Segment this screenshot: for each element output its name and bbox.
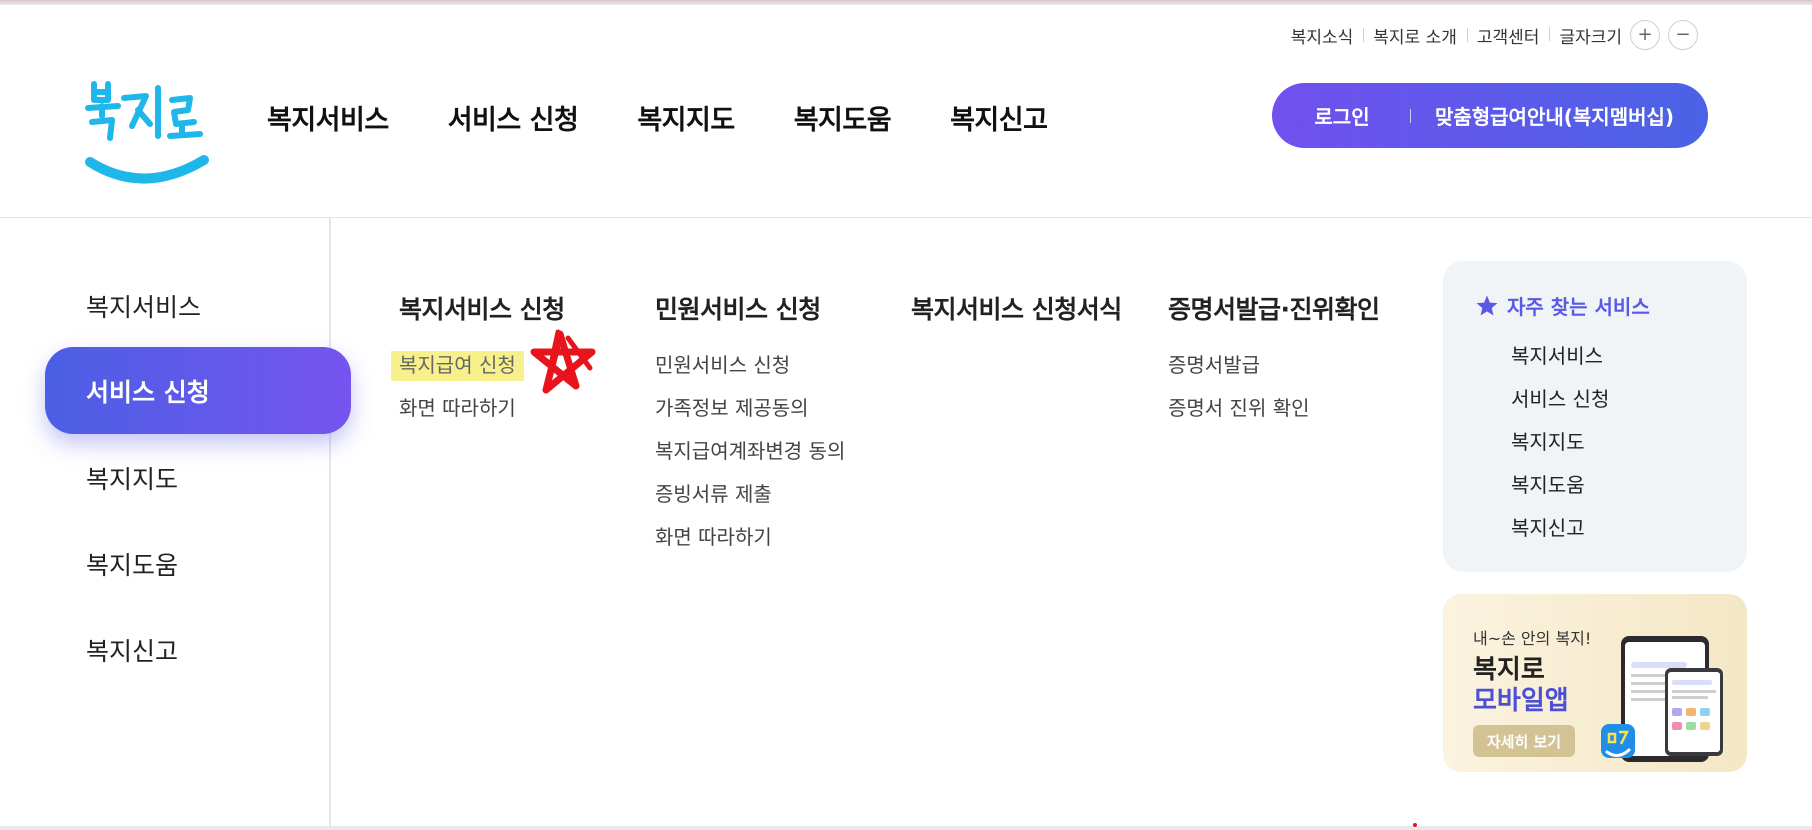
- banner-tagline: 내~손 안의 복지!: [1473, 629, 1592, 648]
- column-heading[interactable]: 민원서비스 신청: [655, 290, 845, 326]
- left-nav-welfare-service[interactable]: 복지서비스: [86, 288, 201, 324]
- favorite-item-welfare-service[interactable]: 복지서비스: [1511, 335, 1609, 378]
- favorite-item-welfare-map[interactable]: 복지지도: [1511, 421, 1609, 464]
- menu-link-screen-guide[interactable]: 화면 따라하기: [655, 516, 845, 559]
- logo-icon: [85, 81, 209, 184]
- menu-column-certificates: 증명서발급·진위확인 증명서발급 증명서 진위 확인: [1168, 290, 1380, 430]
- menu-column-apply-forms: 복지서비스 신청서식: [911, 290, 1122, 326]
- login-button[interactable]: 로그인: [1272, 101, 1410, 130]
- column-heading[interactable]: 증명서발급·진위확인: [1168, 290, 1380, 326]
- menu-column-civil-apply: 민원서비스 신청 민원서비스 신청 가족정보 제공동의 복지급여계좌변경 동의 …: [655, 290, 845, 559]
- util-link-customer-center[interactable]: 고객센터: [1466, 23, 1550, 48]
- menu-link-certificate-issue[interactable]: 증명서발급: [1168, 344, 1380, 387]
- left-nav-active-label: 서비스 신청: [86, 377, 210, 407]
- column-heading[interactable]: 복지서비스 신청서식: [911, 290, 1122, 326]
- utility-bar: 복지소식 복지로 소개 고객센터 글자크기 + −: [1281, 20, 1698, 50]
- membership-button[interactable]: 맞춤형급여안내(복지멤버십): [1411, 101, 1708, 130]
- gnb-welfare-report[interactable]: 복지신고: [950, 98, 1048, 137]
- favorite-item-service-apply[interactable]: 서비스 신청: [1511, 378, 1609, 421]
- font-decrease-button[interactable]: −: [1668, 20, 1698, 50]
- menu-link-document-submit[interactable]: 증빙서류 제출: [655, 473, 845, 516]
- banner-detail-button[interactable]: 자세히 보기: [1473, 725, 1575, 757]
- util-link-welfare-news[interactable]: 복지소식: [1281, 23, 1364, 48]
- phone-mockup-icon: [1601, 636, 1723, 762]
- bottom-border: [0, 826, 1812, 830]
- gnb-welfare-map[interactable]: 복지지도: [637, 98, 735, 137]
- gnb-welfare-service[interactable]: 복지서비스: [267, 98, 389, 137]
- site-logo[interactable]: [84, 78, 214, 196]
- font-size-label: 글자크기: [1559, 27, 1622, 48]
- menu-link-civil-service-apply[interactable]: 민원서비스 신청: [655, 344, 845, 387]
- menu-link-family-info-consent[interactable]: 가족정보 제공동의: [655, 387, 845, 430]
- mobile-app-banner[interactable]: 내~손 안의 복지! 복지로 모바일앱 자세히 보기: [1443, 594, 1747, 772]
- favorite-item-welfare-help[interactable]: 복지도움: [1511, 464, 1609, 507]
- left-nav-service-apply-active[interactable]: 서비스 신청: [45, 347, 351, 434]
- left-nav-welfare-help[interactable]: 복지도움: [86, 546, 178, 582]
- star-icon: [1476, 295, 1498, 315]
- menu-link-certificate-verify[interactable]: 증명서 진위 확인: [1168, 387, 1380, 430]
- favorites-panel: 자주 찾는 서비스 복지서비스 서비스 신청 복지지도 복지도움 복지신고: [1443, 261, 1747, 572]
- highlighted-link-text: 복지급여 신청: [391, 351, 524, 381]
- util-link-about[interactable]: 복지로 소개: [1363, 23, 1467, 48]
- left-nav-welfare-map[interactable]: 복지지도: [86, 460, 178, 496]
- login-membership-pill: 로그인 맞춤형급여안내(복지멤버십): [1272, 83, 1708, 148]
- gnb-service-apply[interactable]: 서비스 신청: [448, 98, 579, 137]
- banner-title-line2: 모바일앱: [1473, 686, 1569, 716]
- column-heading[interactable]: 복지서비스 신청: [399, 290, 565, 326]
- favorites-title-text: 자주 찾는 서비스: [1507, 295, 1650, 319]
- red-dot-annotation: [1413, 823, 1417, 827]
- gnb-welfare-help[interactable]: 복지도움: [794, 98, 892, 137]
- favorite-item-welfare-report[interactable]: 복지신고: [1511, 507, 1609, 550]
- red-star-annotation-icon: [530, 329, 596, 394]
- global-nav: 복지서비스 서비스 신청 복지지도 복지도움 복지신고: [267, 98, 1048, 137]
- mega-menu-left-nav: 복지서비스 서비스 신청 복지지도 복지도움 복지신고: [0, 218, 351, 830]
- window-top-border: [0, 0, 1812, 5]
- font-size-control: 글자크기 + −: [1549, 20, 1698, 50]
- font-increase-button[interactable]: +: [1630, 20, 1660, 50]
- menu-link-account-change-consent[interactable]: 복지급여계좌변경 동의: [655, 430, 845, 473]
- left-nav-welfare-report[interactable]: 복지신고: [86, 632, 178, 668]
- favorites-title: 자주 찾는 서비스: [1475, 291, 1650, 320]
